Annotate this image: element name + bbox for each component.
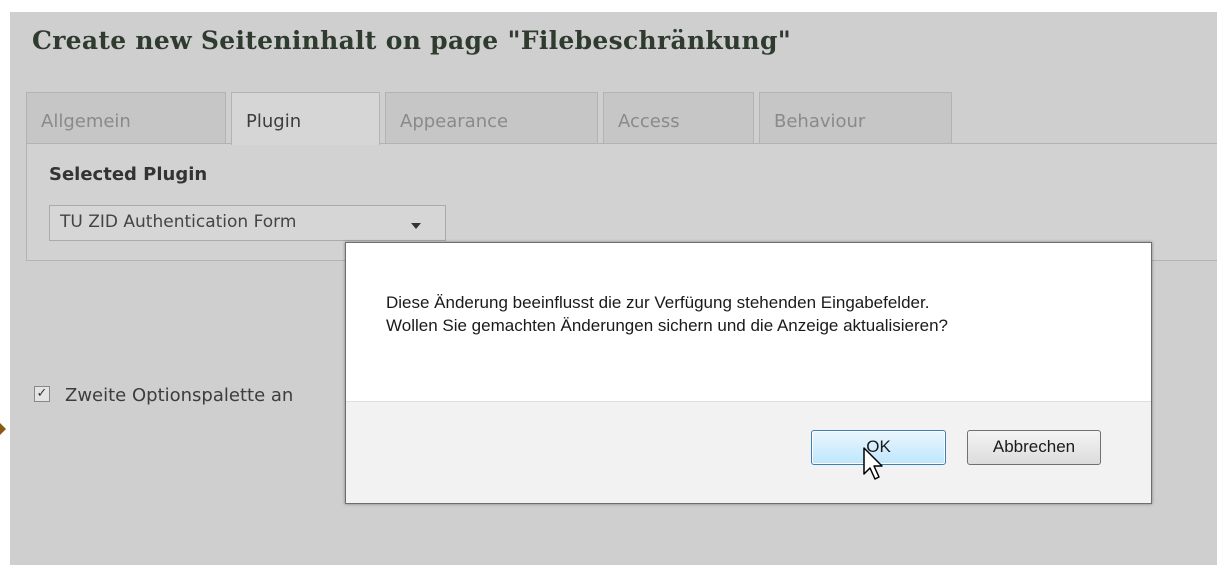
plugin-select[interactable]: TU ZID Authentication Form	[49, 205, 446, 241]
confirm-dialog: Diese Änderung beeinflusst die zur Verfü…	[345, 242, 1152, 504]
plugin-select-value: TU ZID Authentication Form	[60, 212, 297, 232]
tab-behaviour[interactable]: Behaviour	[759, 92, 952, 144]
tab-appearance[interactable]: Appearance	[385, 92, 598, 144]
tab-allgemein[interactable]: Allgemein	[26, 92, 226, 144]
dialog-message-line-2: Wollen Sie gemachten Änderungen sichern …	[386, 316, 949, 335]
dialog-body: Diese Änderung beeinflusst die zur Verfü…	[346, 243, 1151, 402]
cancel-button[interactable]: Abbrechen	[967, 430, 1101, 465]
checkmark-icon: ✓	[36, 386, 48, 401]
page-title: Create new Seiteninhalt on page "Filebes…	[32, 26, 792, 55]
tab-access[interactable]: Access	[603, 92, 754, 144]
expand-arrow-icon[interactable]	[0, 423, 6, 435]
second-options-label: Zweite Optionspalette an	[65, 385, 294, 406]
chevron-down-icon	[411, 223, 421, 229]
dialog-message-line-1: Diese Änderung beeinflusst die zur Verfü…	[386, 293, 930, 312]
selected-plugin-label: Selected Plugin	[49, 164, 208, 185]
dialog-message: Diese Änderung beeinflusst die zur Verfü…	[386, 291, 948, 337]
mouse-pointer-icon	[863, 447, 883, 480]
second-options-checkbox[interactable]: ✓	[34, 386, 50, 402]
tab-plugin[interactable]: Plugin	[231, 92, 380, 145]
